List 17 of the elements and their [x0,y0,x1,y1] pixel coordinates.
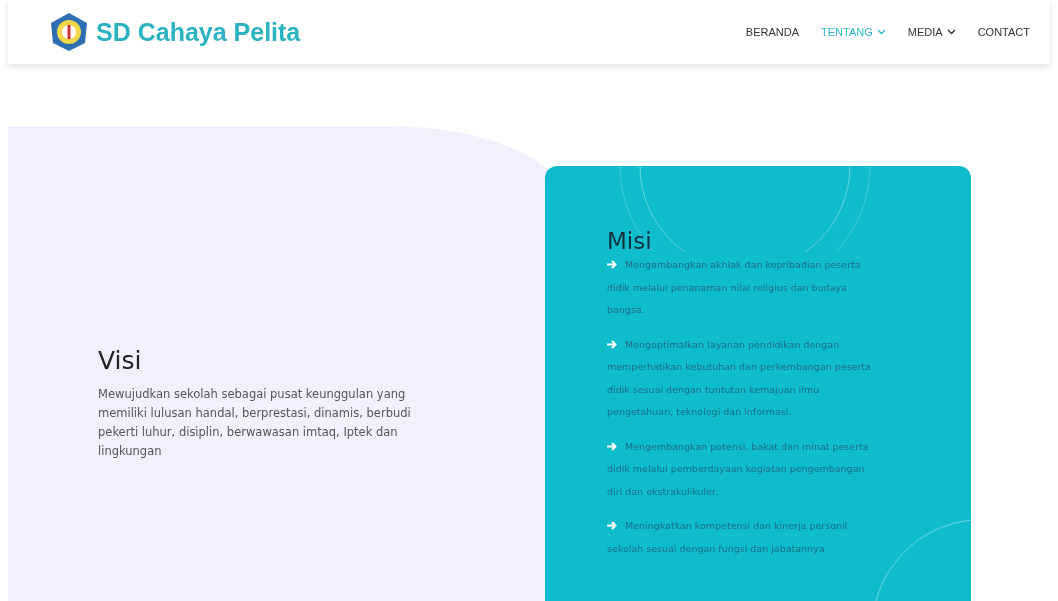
visi-text: Mewujudkan sekolah sebagai pusat keunggulan yang memiliki lulusan handal, berprestasi, dinamis, berbudi pekerti luhur, disiplin, berwawasan imtaq, Iptek dan lingkungan [98,386,412,460]
misi-item: Mengembangkan akhlak dan kepribadian peserta didik melalui penanaman nilai religius dan budaya bangsa. [607,258,862,317]
misi-title: Misi [607,228,653,254]
nav-link[interactable]: MEDIA [907,26,956,38]
misi-item: Mengoptimalkan layanan pendidikan dengan memperhatikan kebutuhan dan perkembangan peserta didik sesuai dengan tuntutan kemajuan ilmu pengetahuan, teknologi dan informasi. [607,337,872,419]
caret-down-icon [946,29,956,35]
nav-link[interactable]: CONTACT [977,26,1030,38]
visi-title: Visi [98,346,143,375]
arrow-right-icon [607,521,617,530]
arrow-right-icon [607,339,617,349]
caret-down-icon [876,29,886,35]
misi-item: Mengembangkan potensi, bakat dan minat peserta didik melalui pemberdayaan kegiatan pengembangan diri dan ekstrakulikuler. [607,439,870,499]
arrow-right-icon [607,260,617,269]
school-logo-icon [48,11,90,53]
nav-link[interactable]: BERANDA [745,26,800,38]
arrow-right-icon [607,441,617,451]
misi-item: Meningkatkan kompetensi dan kinerja personil sekolah sesuai dengan fungsi dan jabatannya [607,519,849,556]
